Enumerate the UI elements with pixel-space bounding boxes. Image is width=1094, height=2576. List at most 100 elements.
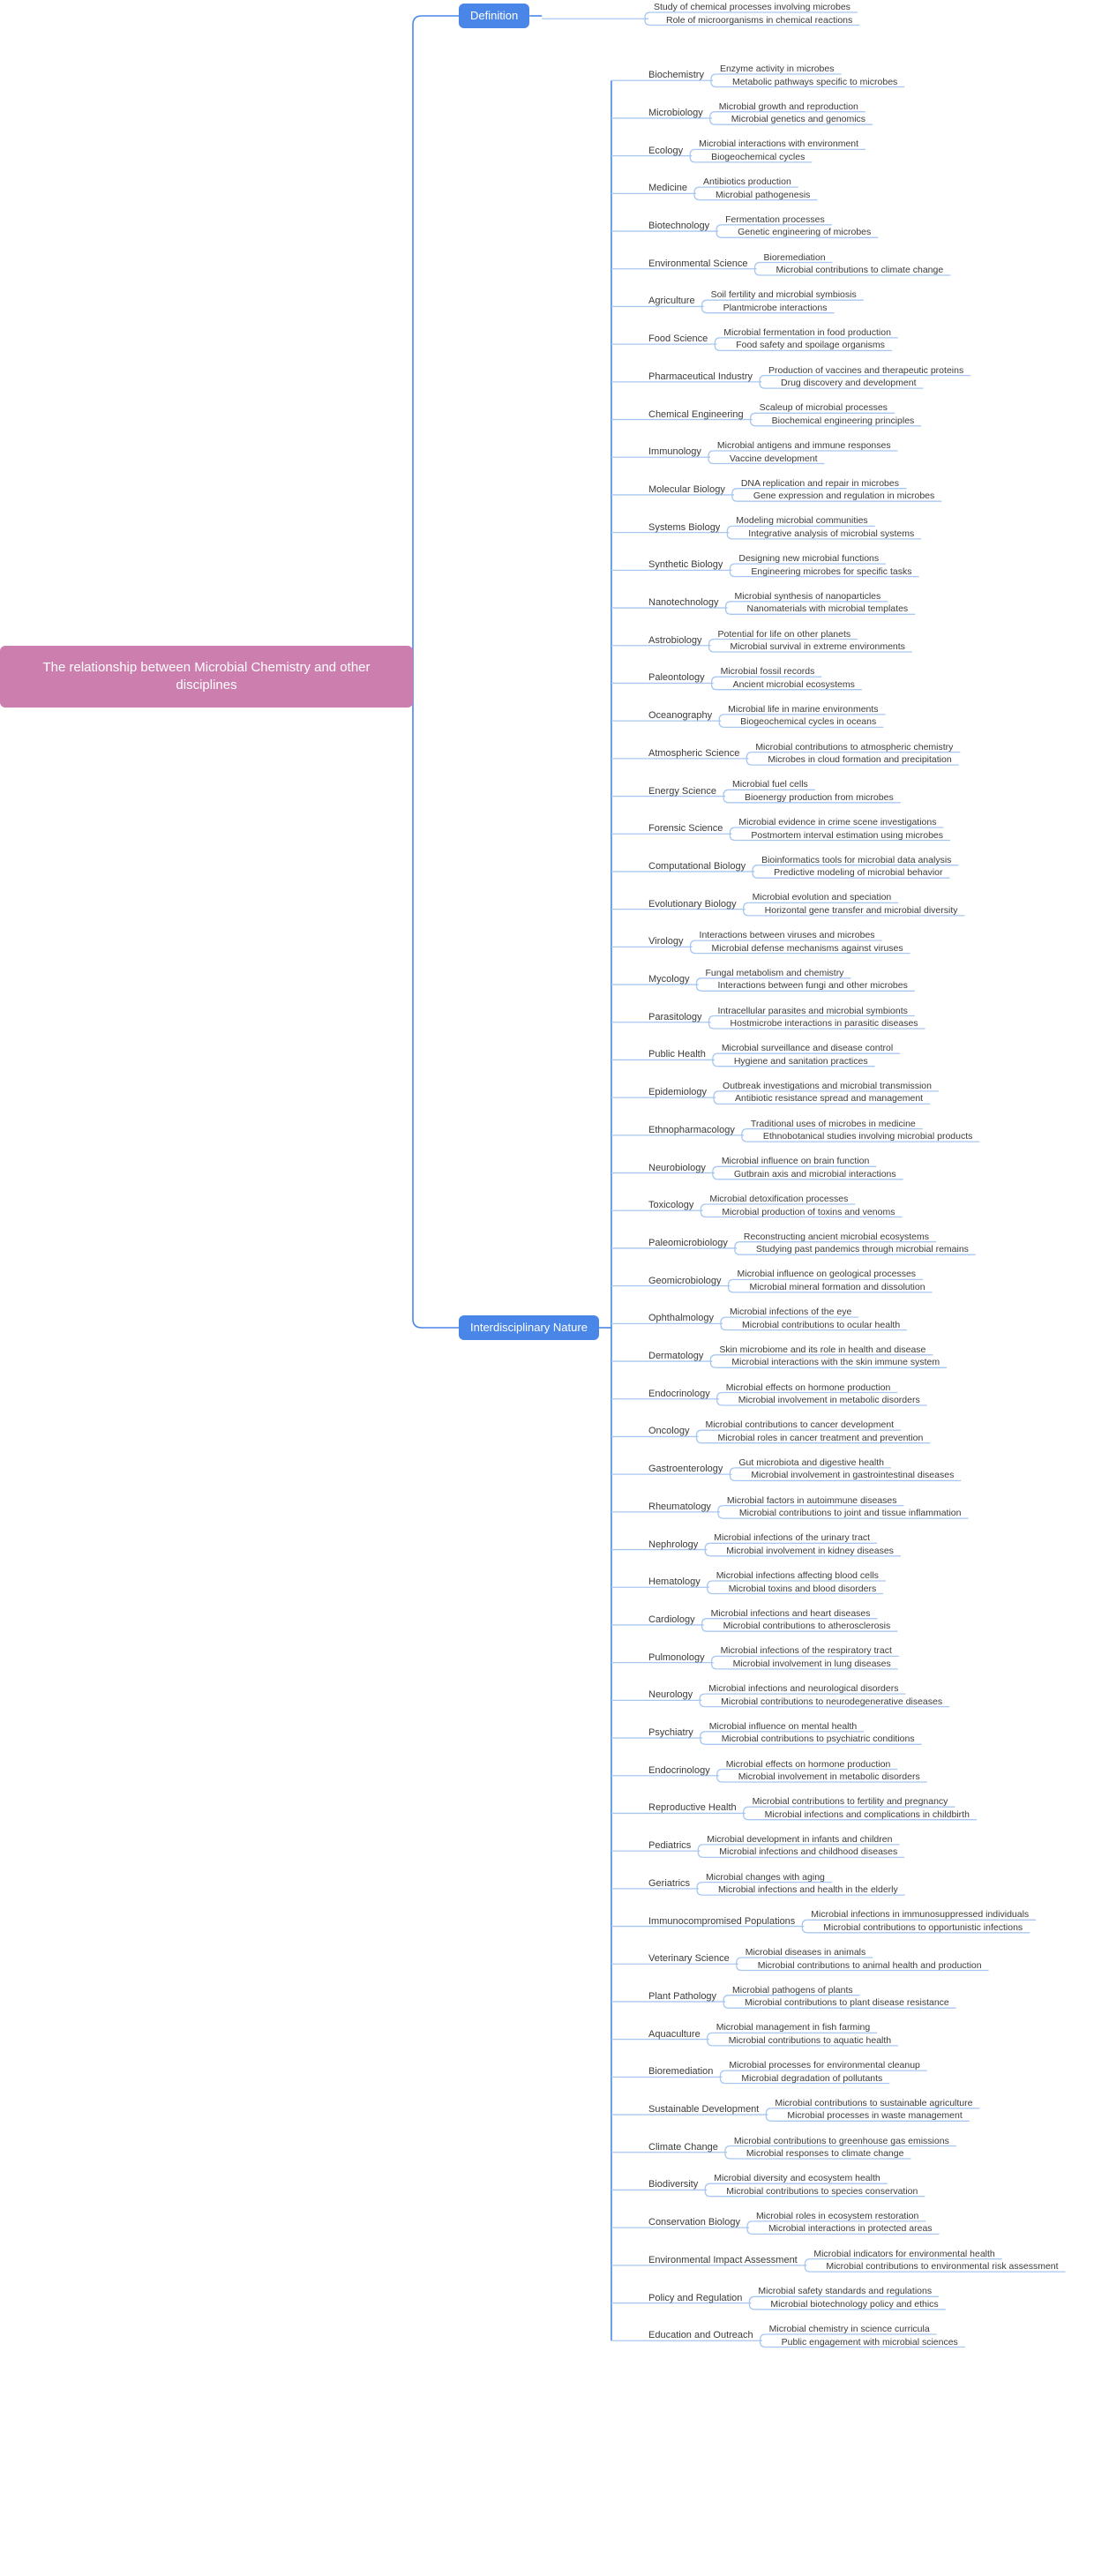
leaf-node[interactable]: Interactions between viruses and microbe…	[700, 931, 875, 942]
leaf-node[interactable]: Microbial factors in autoimmune diseases	[727, 1495, 897, 1508]
leaf-node[interactable]: Microbial fermentation in food productio…	[723, 328, 891, 340]
leaf-node[interactable]: Microbial infections of the eye	[730, 1307, 851, 1319]
topic-node[interactable]: Nephrology	[648, 1539, 698, 1552]
leaf-node[interactable]: Metabolic pathways specific to microbes	[732, 77, 897, 89]
leaf-node[interactable]: Microbial infections affecting blood cel…	[716, 1571, 879, 1583]
leaf-node[interactable]: Biochemical engineering principles	[772, 416, 915, 428]
leaf-node[interactable]: Food safety and spoilage organisms	[736, 341, 885, 352]
leaf-node[interactable]: Microbial infections of the urinary trac…	[714, 1533, 870, 1545]
leaf-node[interactable]: Microbial contributions to opportunistic…	[823, 1923, 1023, 1935]
topic-node[interactable]: Mycology	[648, 975, 689, 986]
leaf-node[interactable]: Microbial contributions to fertility and…	[753, 1797, 948, 1808]
topic-node[interactable]: Geomicrobiology	[648, 1276, 722, 1288]
leaf-node[interactable]: Microbial influence on mental health	[709, 1722, 858, 1734]
leaf-node[interactable]: Gut microbiota and digestive health	[738, 1458, 884, 1470]
leaf-node[interactable]: Hygiene and sanitation practices	[734, 1056, 868, 1068]
topic-node[interactable]: Agriculture	[648, 296, 695, 308]
topic-node[interactable]: Pharmaceutical Industry	[648, 371, 753, 384]
leaf-node[interactable]: Vaccine development	[730, 453, 818, 466]
leaf-node[interactable]: Antibiotics production	[703, 177, 791, 189]
topic-node[interactable]: Paleomicrobiology	[648, 1238, 728, 1250]
topic-node[interactable]: Medicine	[648, 183, 687, 195]
topic-node[interactable]: Aquaculture	[648, 2029, 701, 2041]
leaf-node[interactable]: Microbial diversity and ecosystem health	[714, 2174, 880, 2185]
topic-node[interactable]: Immunology	[648, 447, 701, 459]
leaf-node[interactable]: Microbial antigens and immune responses	[717, 441, 891, 453]
branch-node-definition[interactable]: Definition	[459, 4, 530, 28]
topic-node[interactable]: Bioremediation	[648, 2067, 713, 2078]
topic-node[interactable]: Microbiology	[648, 108, 703, 120]
leaf-node[interactable]: Fermentation processes	[725, 215, 825, 227]
leaf-node[interactable]: Interactions between fungi and other mic…	[717, 981, 907, 992]
leaf-node[interactable]: Microbial contributions to ocular health	[742, 1320, 900, 1332]
leaf-node[interactable]: Microbial chemistry in science curricula	[769, 2325, 930, 2336]
leaf-node[interactable]: Potential for life on other planets	[718, 629, 851, 641]
leaf-node[interactable]: Microbial contributions to species conse…	[726, 2186, 918, 2198]
leaf-node[interactable]: Predictive modeling of microbial behavio…	[774, 868, 942, 880]
leaf-node[interactable]: Microbial pathogens of plants	[732, 1985, 853, 1997]
leaf-node[interactable]: Microbial infections and neurological di…	[708, 1684, 898, 1696]
leaf-node[interactable]: Public engagement with microbial science…	[782, 2337, 958, 2349]
topic-node[interactable]: Food Science	[648, 334, 708, 346]
leaf-node[interactable]: Microbial pathogenesis	[716, 190, 810, 202]
leaf-node[interactable]: Enzyme activity in microbes	[720, 64, 835, 76]
topic-node[interactable]: Reproductive Health	[648, 1803, 737, 1815]
leaf-node[interactable]: Microbial changes with aging	[706, 1872, 825, 1884]
leaf-node[interactable]: Traditional uses of microbes in medicine	[751, 1119, 916, 1131]
topic-node[interactable]: Conservation Biology	[648, 2218, 740, 2229]
topic-node[interactable]: Neurobiology	[648, 1163, 706, 1175]
leaf-node[interactable]: Microbial infections and health in the e…	[718, 1885, 898, 1897]
leaf-node[interactable]: Microbial responses to climate change	[746, 2149, 904, 2160]
leaf-node[interactable]: Microbial infections and childhood disea…	[719, 1847, 897, 1859]
leaf-node[interactable]: Microbial development in infants and chi…	[707, 1835, 892, 1846]
leaf-node[interactable]: Integrative analysis of microbial system…	[748, 529, 914, 541]
leaf-node[interactable]: Microbial contributions to joint and tis…	[739, 1509, 962, 1520]
topic-node[interactable]: Forensic Science	[648, 824, 723, 835]
leaf-node[interactable]: Microbial growth and reproduction	[719, 101, 858, 114]
leaf-node[interactable]: Designing new microbial functions	[738, 554, 879, 565]
leaf-node[interactable]: Microbial production of toxins and venom…	[722, 1207, 895, 1219]
leaf-node[interactable]: Antibiotic resistance spread and managem…	[735, 1094, 923, 1105]
leaf-node[interactable]: Microbial defense mechanisms against vir…	[712, 943, 903, 955]
leaf-node[interactable]: Gene expression and regulation in microb…	[753, 491, 934, 503]
topic-node[interactable]: Energy Science	[648, 786, 716, 798]
leaf-node[interactable]: Horizontal gene transfer and microbial d…	[765, 906, 958, 917]
leaf-node[interactable]: Microbial fuel cells	[732, 780, 808, 791]
leaf-node[interactable]: Biogeochemical cycles	[711, 153, 805, 164]
leaf-node[interactable]: Microbial interactions with the skin imm…	[731, 1358, 940, 1369]
topic-node[interactable]: Molecular Biology	[648, 484, 725, 497]
leaf-node[interactable]: Microbial involvement in gastrointestina…	[751, 1471, 954, 1482]
topic-node[interactable]: Policy and Regulation	[648, 2293, 742, 2305]
leaf-node[interactable]: Microbial influence on brain function	[722, 1157, 870, 1168]
topic-node[interactable]: Biotechnology	[648, 221, 709, 233]
leaf-node[interactable]: Microbial degradation of pollutants	[741, 2073, 882, 2086]
leaf-node[interactable]: Microbial contributions to animal health…	[758, 1960, 982, 1973]
topic-node[interactable]: Neurology	[648, 1690, 693, 1702]
leaf-node[interactable]: Microbial roles in cancer treatment and …	[717, 1433, 923, 1445]
leaf-node[interactable]: Ancient microbial ecosystems	[733, 679, 855, 692]
leaf-node[interactable]: Modeling microbial communities	[736, 516, 867, 528]
leaf-node[interactable]: Fungal metabolism and chemistry	[705, 969, 843, 980]
leaf-node[interactable]: Microbial management in fish farming	[716, 2023, 871, 2034]
topic-node[interactable]: Evolutionary Biology	[648, 899, 737, 911]
leaf-node[interactable]: Microbial infections in immunosuppressed…	[811, 1910, 1029, 1921]
leaf-node[interactable]: Microbial roles in ecosystem restoration	[756, 2212, 918, 2223]
topic-node[interactable]: Gastroenterology	[648, 1464, 723, 1476]
leaf-node[interactable]: Microbial contributions to sustainable a…	[775, 2099, 972, 2110]
leaf-node[interactable]: Studying past pandemics through microbia…	[756, 1245, 969, 1256]
leaf-node[interactable]: Microbial effects on hormone production	[726, 1759, 891, 1771]
leaf-node[interactable]: Biogeochemical cycles in oceans	[740, 717, 876, 729]
topic-node[interactable]: Endocrinology	[648, 1389, 710, 1401]
topic-node[interactable]: Atmospheric Science	[648, 748, 739, 760]
leaf-node[interactable]: Outbreak investigations and microbial tr…	[723, 1082, 932, 1093]
leaf-node[interactable]: Microbial infections of the respiratory …	[721, 1646, 892, 1658]
leaf-node[interactable]: Microbial contributions to environmental…	[826, 2262, 1058, 2273]
topic-node[interactable]: Systems Biology	[648, 522, 720, 535]
leaf-node[interactable]: Production of vaccines and therapeutic p…	[768, 365, 963, 378]
topic-node[interactable]: Toxicology	[648, 1201, 693, 1212]
leaf-node[interactable]: Microbial contributions to atheroscleros…	[723, 1621, 891, 1633]
topic-node[interactable]: Paleontology	[648, 673, 705, 685]
leaf-node[interactable]: Microbial contributions to atmospheric c…	[755, 742, 953, 754]
topic-node[interactable]: Ethnopharmacology	[648, 1125, 735, 1137]
leaf-node[interactable]: Microbial involvement in kidney diseases	[726, 1546, 894, 1558]
